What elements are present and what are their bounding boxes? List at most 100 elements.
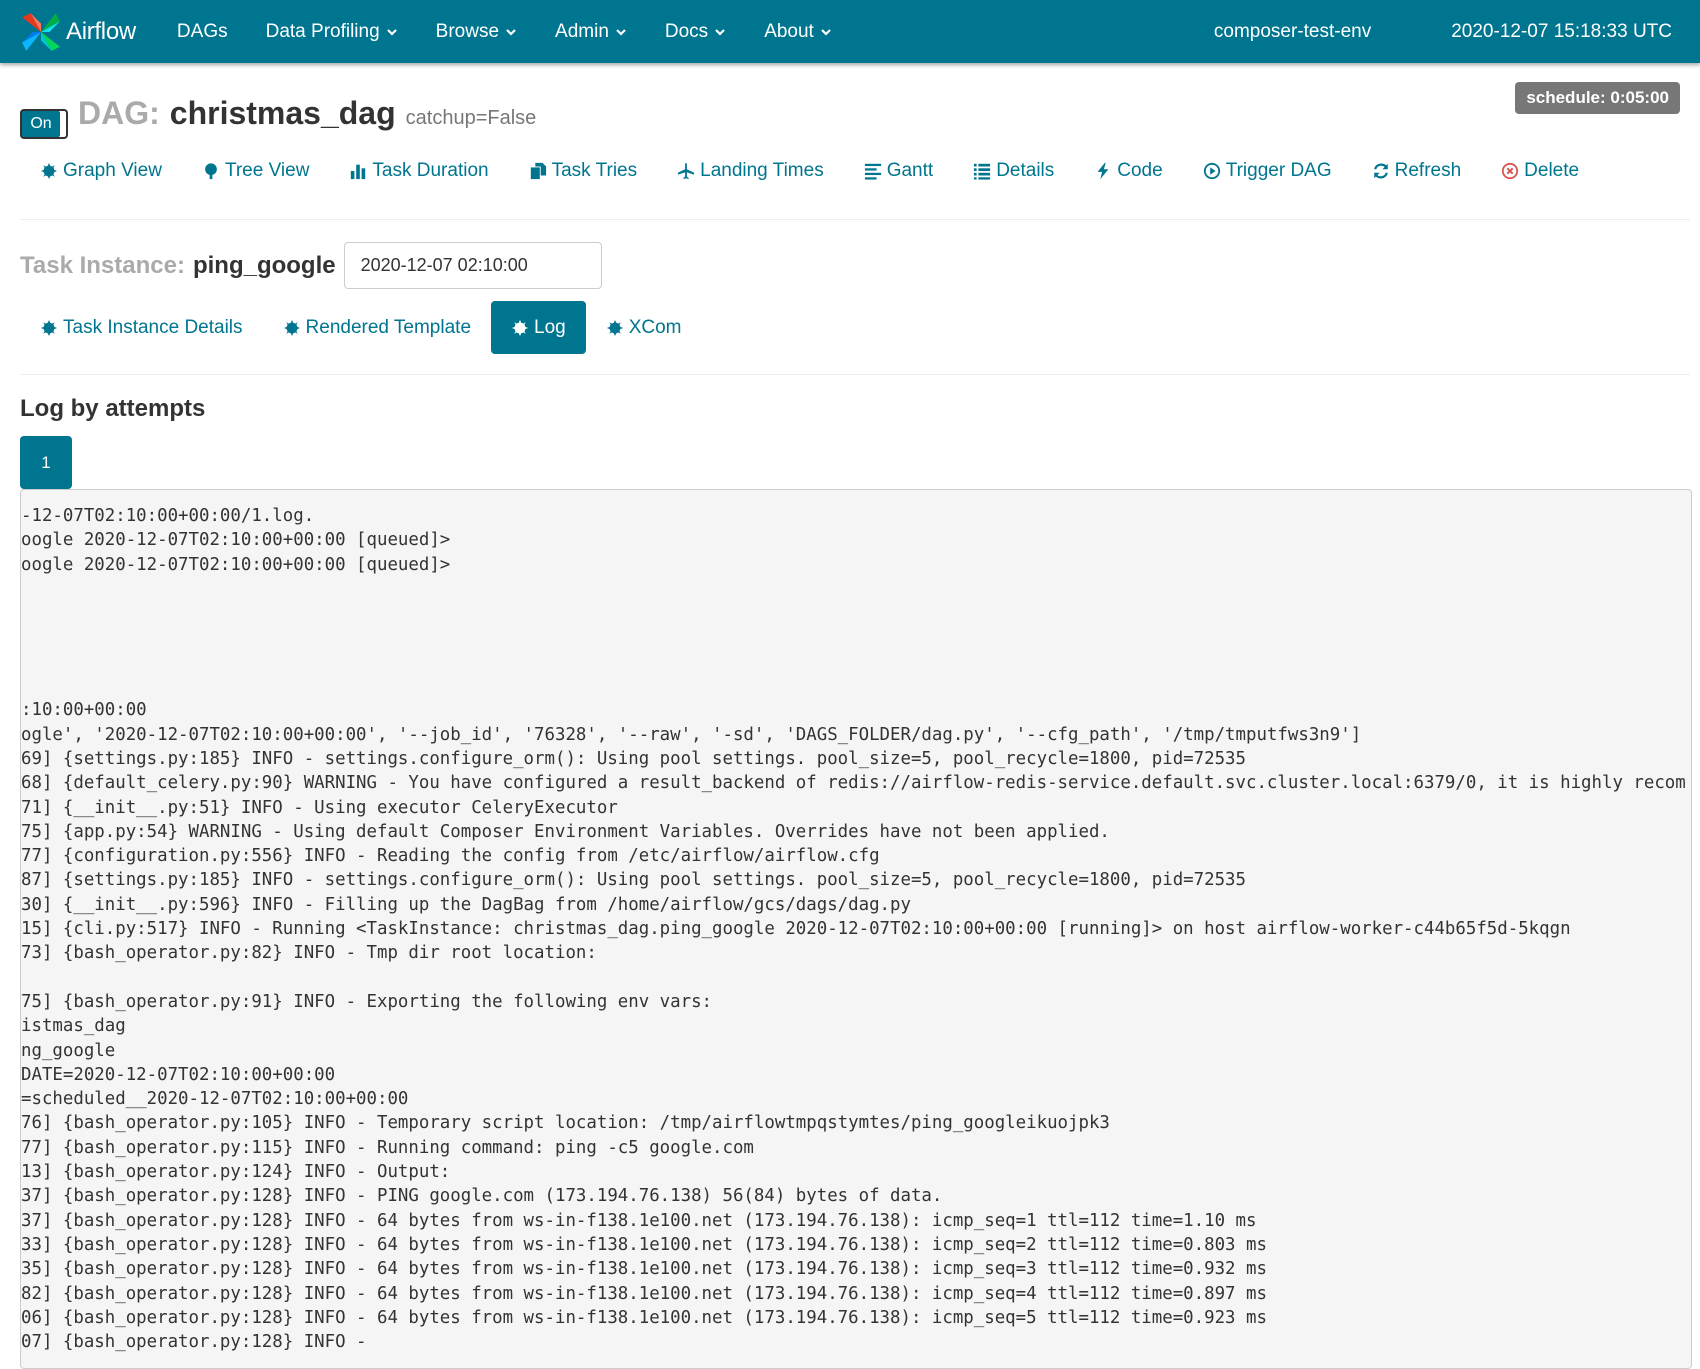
- gantt-label: Gantt: [886, 160, 934, 181]
- gantt-link[interactable]: Gantt: [844, 155, 953, 187]
- remove-circle-icon: [1502, 162, 1519, 180]
- task-instance-label: Task Instance:: [20, 251, 185, 279]
- asterisk-icon: [40, 319, 58, 336]
- asterisk-icon: [511, 319, 529, 336]
- graph-view-link[interactable]: Graph View: [20, 155, 182, 187]
- refresh-link[interactable]: Refresh: [1352, 155, 1482, 187]
- environment-name: composer-test-env: [1213, 20, 1372, 42]
- log-line: 68] {default_celery.py:90} WARNING - You…: [21, 773, 1686, 794]
- log-line: oogle 2020-12-07T02:10:00+00:00 [queued]…: [21, 530, 451, 551]
- log-line: 77] {bash_operator.py:115} INFO - Runnin…: [21, 1137, 754, 1158]
- tab-label: Rendered Template: [305, 316, 472, 338]
- chevron-down-icon: [506, 28, 516, 36]
- landing-times-link[interactable]: Landing Times: [657, 155, 844, 187]
- log-line: 37] {bash_operator.py:128} INFO - 64 byt…: [21, 1210, 1257, 1231]
- dag-catchup: catchup=False: [405, 107, 537, 129]
- list-icon: [974, 163, 991, 180]
- tab-task-instance-details[interactable]: Task Instance Details: [20, 301, 263, 354]
- code-label: Code: [1117, 160, 1163, 181]
- dag-nav: Graph View Tree View Task Duration Task …: [20, 155, 1599, 187]
- chevron-down-icon: [616, 28, 626, 36]
- asterisk-icon: [606, 319, 623, 336]
- plane-icon: [678, 162, 695, 180]
- delete-link[interactable]: Delete: [1481, 155, 1599, 187]
- log-text: -12-07T02:10:00+00:00/1.log. oogle 2020-1…: [21, 490, 1691, 1354]
- log-line: oogle 2020-12-07T02:10:00+00:00 [queued]…: [21, 554, 451, 575]
- tab-xcom[interactable]: XCom: [586, 301, 702, 354]
- log-line: 69] {settings.py:185} INFO - settings.co…: [21, 748, 1246, 769]
- tab-rendered-template[interactable]: Rendered Template: [263, 301, 491, 354]
- nav-admin[interactable]: Admin: [536, 0, 646, 63]
- tab-label: Task Instance Details: [63, 316, 243, 338]
- log-line: 76] {bash_operator.py:105} INFO - Tempor…: [21, 1113, 1110, 1134]
- task-duration-label: Task Duration: [372, 160, 489, 181]
- tab-log[interactable]: Log: [491, 301, 586, 354]
- log-line: ng_google: [21, 1040, 116, 1061]
- attempt-button[interactable]: 1: [20, 436, 72, 489]
- refresh-icon: [1373, 163, 1388, 179]
- nav-dags[interactable]: DAGs: [158, 0, 247, 63]
- tab-label: XCom: [628, 316, 682, 338]
- nav-about[interactable]: About: [745, 0, 851, 63]
- asterisk-icon: [40, 162, 58, 180]
- task-instance-name: ping_google: [192, 251, 336, 279]
- nav-about-label: About: [764, 20, 814, 42]
- brand-link[interactable]: Airflow: [20, 10, 136, 54]
- landing-times-label: Landing Times: [700, 160, 824, 181]
- task-tries-label: Task Tries: [551, 160, 638, 181]
- tree-icon: [205, 163, 217, 180]
- log-output[interactable]: -12-07T02:10:00+00:00/1.log. oogle 2020-1…: [20, 489, 1692, 1369]
- code-link[interactable]: Code: [1074, 155, 1182, 187]
- nav-admin-label: Admin: [555, 20, 609, 42]
- log-line: 13] {bash_operator.py:124} INFO - Output…: [21, 1162, 451, 1183]
- log-section-title: Log by attempts: [20, 395, 206, 422]
- log-line: 75] {bash_operator.py:91} INFO - Exporti…: [21, 991, 713, 1012]
- align-left-icon: [864, 163, 881, 180]
- trigger-dag-label: Trigger DAG: [1225, 160, 1332, 181]
- log-line: 07] {bash_operator.py:128} INFO -: [21, 1332, 367, 1353]
- task-instance-tabs: Task Instance Details Rendered Template …: [20, 301, 702, 354]
- log-line: 15] {cli.py:517} INFO - Running <TaskIns…: [21, 919, 1571, 940]
- log-line: 75] {app.py:54} WARNING - Using default …: [21, 821, 1110, 842]
- dag-name: christmas_dag: [169, 95, 396, 131]
- task-duration-link[interactable]: Task Duration: [329, 155, 508, 187]
- log-line: 82] {bash_operator.py:128} INFO - 64 byt…: [21, 1283, 1267, 1304]
- details-link[interactable]: Details: [953, 155, 1074, 187]
- log-line: 71] {__init__.py:51} INFO - Using execut…: [21, 797, 618, 818]
- trigger-dag-link[interactable]: Trigger DAG: [1183, 155, 1352, 187]
- nav-dags-label: DAGs: [176, 20, 228, 42]
- log-line: 87] {settings.py:185} INFO - settings.co…: [21, 870, 1246, 891]
- log-line: :10:00+00:00: [21, 700, 147, 721]
- utc-clock: 2020-12-07 15:18:33 UTC: [1451, 20, 1672, 42]
- nav-docs[interactable]: Docs: [646, 0, 745, 63]
- nav-data-profiling[interactable]: Data Profiling: [247, 0, 417, 63]
- divider: [20, 374, 1690, 375]
- tab-label: Log: [534, 316, 566, 338]
- log-line: 33] {bash_operator.py:128} INFO - 64 byt…: [21, 1234, 1267, 1255]
- execution-date-select[interactable]: 2020-12-07 02:10:00: [343, 242, 602, 289]
- tree-view-label: Tree View: [224, 160, 310, 181]
- log-line: 30] {__init__.py:596} INFO - Filling up …: [21, 894, 911, 915]
- nav-browse-label: Browse: [435, 20, 500, 42]
- task-tries-link[interactable]: Task Tries: [509, 155, 658, 187]
- details-label: Details: [996, 160, 1055, 181]
- brand-name: Airflow: [66, 17, 136, 45]
- log-line: 77] {configuration.py:556} INFO - Readin…: [21, 846, 880, 867]
- schedule-badge: schedule: 0:05:00: [1515, 82, 1680, 114]
- asterisk-icon: [283, 319, 300, 336]
- bar-chart-icon: [351, 164, 366, 180]
- airflow-logo-icon: [22, 12, 60, 51]
- execution-date-value: 2020-12-07 02:10:00: [360, 255, 528, 275]
- nav-docs-label: Docs: [664, 20, 709, 42]
- nav-browse[interactable]: Browse: [417, 0, 536, 63]
- log-line: ogle', '2020-12-07T02:10:00+00:00', '--j…: [21, 724, 1362, 745]
- dag-pause-toggle[interactable]: On: [20, 109, 68, 139]
- chevron-down-icon: [821, 28, 831, 36]
- tree-view-link[interactable]: Tree View: [182, 155, 329, 187]
- divider: [20, 219, 1690, 220]
- log-line: DATE=2020-12-07T02:10:00+00:00: [21, 1064, 336, 1085]
- refresh-label: Refresh: [1394, 160, 1462, 181]
